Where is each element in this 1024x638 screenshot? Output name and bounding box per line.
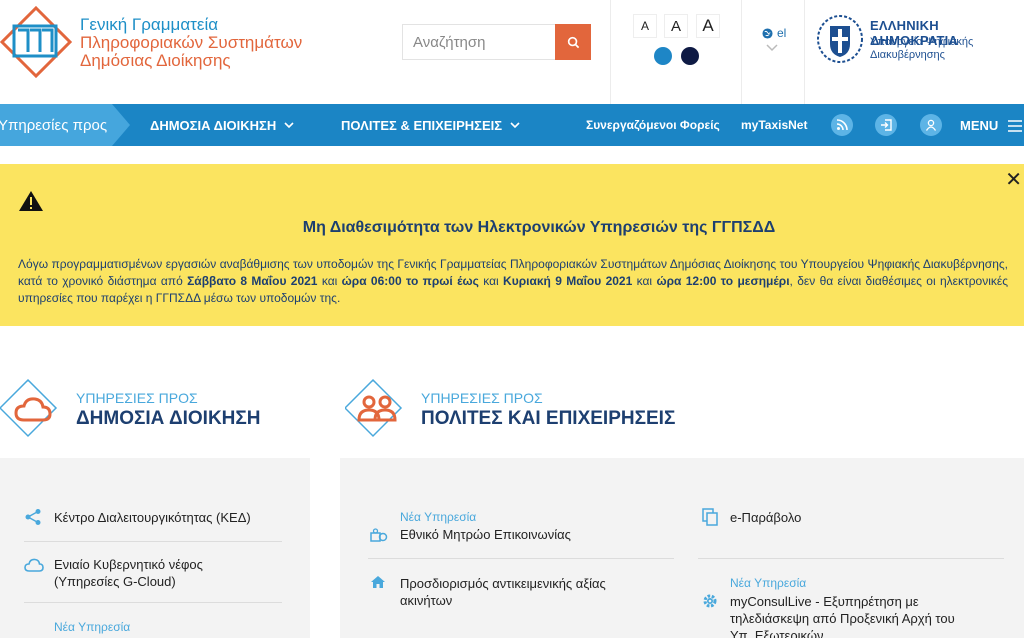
globe-icon <box>762 27 773 39</box>
ggpsdd-logo-icon[interactable] <box>0 6 72 78</box>
search-icon <box>567 36 579 48</box>
org-name[interactable]: Γενική Γραμματεία Πληροφοριακών Συστημάτ… <box>80 16 302 70</box>
new-service-badge: Νέα Υπηρεσία <box>400 510 477 524</box>
copy-icon <box>702 508 718 526</box>
divider <box>698 558 1004 559</box>
service-label-line-1: Ενιαίο Κυβερνητικό νέφος <box>54 557 203 572</box>
service-label-line-3: Υπ. Εξωτερικών <box>730 628 824 638</box>
org-name-line-3: Δημόσιας Διοίκησης <box>80 51 231 70</box>
people-section-icon <box>345 378 403 438</box>
nav-item-public-administration[interactable]: ΔΗΜΟΣΙΑ ΔΙΟΙΚΗΣΗ <box>150 118 294 133</box>
contacts-icon <box>370 528 388 542</box>
warning-icon <box>19 191 43 211</box>
rss-icon <box>836 119 848 131</box>
nav-item-label: ΠΟΛΙΤΕΣ & ΕΠΙΧΕΙΡΗΣΕΙΣ <box>341 118 503 133</box>
service-label-line-2: ακινήτων <box>400 593 453 608</box>
alert-title: Μη Διαθεσιμότητα των Ηλεκτρονικών Υπηρεσ… <box>302 219 776 236</box>
contrast-dark-button[interactable] <box>681 47 699 65</box>
close-alert-button[interactable]: ✕ <box>1005 170 1022 190</box>
ministry-name[interactable]: Υπουργείο Ψηφιακής Διακυβέρνησης <box>870 36 973 62</box>
service-link-e-paravolo[interactable]: e-Παράβολο <box>730 509 801 526</box>
chevron-down-icon <box>284 122 294 129</box>
font-size-large-button[interactable]: A <box>696 14 720 38</box>
service-link-national-contact-registry[interactable]: Εθνικό Μητρώο Επικοινωνίας <box>400 526 571 543</box>
login-button[interactable] <box>875 114 897 136</box>
login-icon <box>881 119 892 131</box>
org-name-line-1: Γενική Γραμματεία <box>80 15 219 34</box>
service-link-myconsullive[interactable]: myConsulLive - Εξυπηρέτηση με τηλεδιάσκε… <box>730 593 955 638</box>
greek-crest-icon[interactable] <box>816 14 864 64</box>
contrast-normal-button[interactable] <box>654 47 672 65</box>
page: Γενική Γραμματεία Πληροφοριακών Συστημάτ… <box>0 0 1024 638</box>
nav-link-partner-agencies[interactable]: Συνεργαζόμενοι Φορείς <box>586 118 720 132</box>
font-size-small-button[interactable]: A <box>633 14 657 38</box>
service-link-g-cloud[interactable]: Ενιαίο Κυβερνητικό νέφος (Υπηρεσίες G-Cl… <box>54 556 203 590</box>
search-button[interactable] <box>555 24 591 60</box>
divider <box>24 541 282 542</box>
hamburger-icon <box>1008 119 1023 132</box>
language-selector[interactable]: el <box>762 26 786 40</box>
org-name-line-2: Πληροφοριακών Συστημάτων <box>80 33 303 52</box>
section-pre-label: ΥΠΗΡΕΣΙΕΣ ΠΡΟΣ <box>76 390 198 406</box>
nav-lead-label: Υπηρεσίες προς <box>0 117 108 134</box>
new-service-badge: Νέα Υπηρεσία <box>54 620 131 634</box>
service-link-ked[interactable]: Κέντρο Διαλειτουργικότητας (ΚΕΔ) <box>54 509 251 526</box>
divider <box>368 558 674 559</box>
search-input[interactable]: Αναζήτηση <box>402 24 556 60</box>
ministry-name-line-2: Διακυβέρνησης <box>870 49 945 61</box>
section-pre-label: ΥΠΗΡΕΣΙΕΣ ΠΡΟΣ <box>421 390 543 406</box>
home-icon <box>371 576 385 588</box>
chevron-down-icon <box>510 122 520 129</box>
header-divider <box>741 0 742 104</box>
divider <box>24 602 282 603</box>
section-title-public-administration[interactable]: ΔΗΜΟΣΙΑ ΔΙΟΙΚΗΣΗ <box>76 408 261 430</box>
section-title-citizens-business[interactable]: ΠΟΛΙΤΕΣ ΚΑΙ ΕΠΙΧΕΙΡΗΣΕΙΣ <box>421 408 675 430</box>
nav-link-mytaxisnet[interactable]: myTaxisNet <box>741 118 807 132</box>
service-link-property-value[interactable]: Προσδιορισμός αντικειμενικής αξίας ακινή… <box>400 575 606 609</box>
user-register-button[interactable] <box>920 114 942 136</box>
rss-button[interactable] <box>831 114 853 136</box>
font-size-medium-button[interactable]: A <box>664 14 688 38</box>
service-label-line-1: Προσδιορισμός αντικειμενικής αξίας <box>400 576 606 591</box>
gear-icon <box>703 594 717 608</box>
header-divider <box>804 0 805 104</box>
service-label-line-1: myConsulLive - Εξυπηρέτηση με <box>730 594 919 609</box>
main-nav: Υπηρεσίες προς ΔΗΜΟΣΙΑ ΔΙΟΙΚΗΣΗ ΠΟΛΙΤΕΣ … <box>0 104 1024 146</box>
nav-item-citizens-business[interactable]: ΠΟΛΙΤΕΣ & ΕΠΙΧΕΙΡΗΣΕΙΣ <box>341 118 520 133</box>
site-header: Γενική Γραμματεία Πληροφοριακών Συστημάτ… <box>0 0 1024 104</box>
cloud-section-icon <box>0 378 58 438</box>
service-label-line-2: τηλεδιάσκεψη από Προξενική Αρχή του <box>730 611 955 626</box>
menu-label: MENU <box>960 118 999 133</box>
cloud-icon <box>24 558 44 572</box>
nav-item-label: ΔΗΜΟΣΙΑ ΔΙΟΙΚΗΣΗ <box>150 118 277 133</box>
alert-body: Λόγω προγραμματισμένων εργασιών αναβάθμι… <box>18 257 1009 305</box>
user-icon <box>925 119 937 131</box>
menu-button[interactable]: MENU <box>960 118 1023 133</box>
service-label-line-2: (Υπηρεσίες G-Cloud) <box>54 574 176 589</box>
share-icon <box>25 509 41 525</box>
new-service-badge: Νέα Υπηρεσία <box>730 576 807 590</box>
header-divider <box>610 0 611 104</box>
ministry-name-line-1: Υπουργείο Ψηφιακής <box>870 36 974 48</box>
chevron-down-icon[interactable] <box>766 44 778 52</box>
language-label: el <box>777 26 787 40</box>
public-services-panel <box>0 458 310 638</box>
